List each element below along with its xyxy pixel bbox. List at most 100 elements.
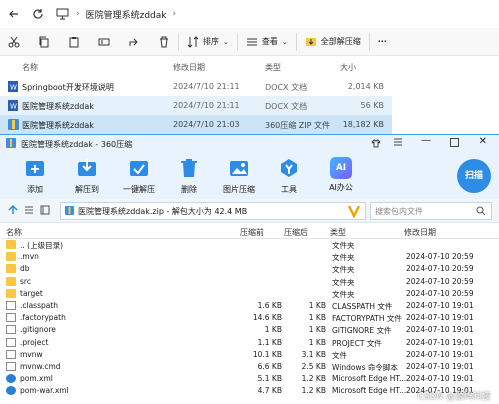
divider — [236, 32, 238, 51]
details-view-icon[interactable] — [40, 205, 50, 217]
zip-row-after: 1.2 KB — [301, 374, 326, 384]
breadcrumb[interactable]: 医院管理系统zddak — [86, 8, 167, 21]
zip-row-date: 2024-07-10 19:01 — [406, 337, 474, 347]
svg-text:W: W — [10, 103, 17, 111]
delete-zip-button[interactable]: 删除 — [164, 157, 214, 195]
computer-icon[interactable] — [54, 6, 70, 22]
zip-row-after: 1 KB — [308, 325, 326, 335]
zip-table-row[interactable]: db 文件夹 2024-07-10 20:59 — [0, 263, 499, 275]
zip-row-type: Windows 命令脚本 — [332, 363, 398, 372]
zip-file-icon — [65, 205, 74, 217]
delete-button[interactable] — [154, 31, 174, 53]
add-icon — [26, 161, 44, 176]
zip-row-after: 1 KB — [308, 313, 326, 323]
column-size[interactable]: 大小 — [340, 62, 356, 73]
file-type: 360压缩 ZIP 文件 — [265, 121, 331, 130]
sort-button[interactable]: 排序 ⌄ — [183, 31, 233, 53]
zip-row-name: db — [20, 264, 30, 274]
menu-icon[interactable] — [393, 137, 403, 149]
zip-row-name: .classpath — [20, 301, 59, 310]
zip-row-date: 2024-07-10 20:59 — [406, 252, 474, 262]
rename-button[interactable] — [94, 31, 114, 53]
zip-table-row[interactable]: .project 1.1 KB 1 KB PROJECT 文件 2024-07-10 1… — [0, 337, 499, 349]
share-button[interactable] — [124, 31, 144, 53]
zip-table-row[interactable]: .mvn 文件夹 2024-07-10 20:59 — [0, 251, 499, 263]
zip-column-modified[interactable]: 修改日期 — [404, 227, 436, 238]
refresh-icon[interactable] — [30, 6, 46, 22]
search-icon[interactable] — [476, 206, 486, 218]
zip-table-row[interactable]: mvnw.cmd 6.6 KB 2.5 KB Windows 命令脚本 2024-07-… — [0, 361, 499, 373]
zip-table-row[interactable]: .gitignore 1 KB 1 KB GITIGNORE 文件 2024-07-10… — [0, 324, 499, 336]
column-name[interactable]: 名称 — [22, 62, 38, 73]
zip-row-before: 5.1 KB — [257, 374, 282, 384]
zip-column-after[interactable]: 压缩后 — [284, 227, 308, 238]
zip-column-type[interactable]: 类型 — [330, 227, 346, 238]
zip-row-before: 1.1 KB — [257, 337, 282, 347]
zip-row-name: src — [20, 276, 31, 286]
rename-icon — [98, 38, 110, 45]
image-compress-label: 图片压缩 — [223, 185, 255, 194]
zip-table-row[interactable]: .. (上级目录) 文件夹 — [0, 239, 499, 251]
list-view-icon[interactable] — [24, 205, 34, 217]
file-modified: 2024/7/10 21:03 — [173, 120, 240, 129]
zip-path-field[interactable]: 医院管理系统zddak.zip - 解包大小为 42.4 MB — [60, 202, 366, 220]
zip-row-type: 文件 — [332, 350, 347, 360]
file-modified: 2024/7/10 21:11 — [173, 82, 240, 91]
document-icon — [6, 301, 16, 310]
zip-row-date: 2024-07-10 19:01 — [406, 362, 474, 371]
zip-search-field[interactable]: 搜索包内文件 — [370, 202, 492, 220]
file-size: 18,182 KB — [342, 120, 384, 129]
extract-to-button[interactable]: 解压到 — [62, 157, 112, 195]
image-compress-icon — [230, 161, 248, 176]
document-icon — [6, 362, 16, 371]
more-options-button[interactable]: ··· — [374, 31, 391, 53]
folder-icon — [6, 288, 16, 298]
column-modified[interactable]: 修改日期 — [173, 62, 205, 73]
zip-column-name[interactable]: 名称 — [6, 227, 22, 238]
paste-button[interactable] — [64, 31, 84, 53]
zip-table-row[interactable]: .classpath 1.6 KB 1 KB CLASSPATH 文件 2024-07-… — [0, 300, 499, 312]
cut-button[interactable] — [4, 31, 24, 53]
extract-all-label: 全部解压缩 — [320, 37, 361, 46]
zip-row-type: Microsoft Edge HT... — [332, 374, 407, 384]
file-modified: 2024/7/10 21:11 — [173, 101, 240, 110]
zip-row-before: 1 KB — [264, 325, 282, 335]
file-row[interactable]: W Springboot开发环境说明 2024/7/10 21:11 DOCX … — [0, 77, 392, 96]
view-button[interactable]: 查看 ⌄ — [242, 31, 292, 53]
shirt-icon[interactable] — [371, 139, 381, 150]
file-row[interactable]: W 医院管理系统zddak 2024/7/10 21:11 DOCX 文档 56… — [0, 96, 392, 115]
watermark: CSDN @源码科技 — [417, 392, 491, 402]
column-type[interactable]: 类型 — [265, 62, 281, 73]
one-click-extract-button[interactable]: 一键解压 — [114, 157, 164, 195]
add-button[interactable]: 添加 — [10, 157, 60, 195]
zip-table-row[interactable]: pom.xml 5.1 KB 1.2 KB Microsoft Edge HT... 2… — [0, 373, 499, 385]
sort-icon — [187, 35, 199, 48]
zip-row-type: 文件夹 — [332, 277, 355, 287]
close-icon[interactable]: ✕ — [479, 136, 487, 147]
zip-row-name: mvnw — [20, 349, 43, 359]
tools-button[interactable]: 工具 — [264, 157, 314, 195]
zip-table-row[interactable]: .factorypath 14.6 KB 1 KB FACTORYPATH 文件 202… — [0, 312, 499, 324]
ai-office-button[interactable]: AI AI办公 — [316, 157, 366, 193]
zip-row-date: 2024-07-10 19:01 — [406, 325, 474, 335]
file-row[interactable]: 医院管理系统zddak 2024/7/10 21:03 360压缩 ZIP 文件… — [0, 115, 392, 134]
v-dropdown-icon[interactable] — [347, 204, 361, 220]
zip-table-row[interactable]: target 文件夹 2024-07-10 20:59 — [0, 288, 499, 300]
command-bar: 排序 ⌄ 查看 ⌄ 全部解压缩 ··· — [0, 28, 499, 56]
zip-table-row[interactable]: mvnw 10.1 KB 3.1 KB 文件 2024-07-10 19:01 — [0, 349, 499, 361]
divider — [295, 32, 297, 51]
up-arrow-icon[interactable] — [8, 204, 18, 217]
back-arrow-icon[interactable] — [6, 6, 22, 22]
zip-column-before[interactable]: 压缩前 — [240, 227, 264, 238]
chevron-down-icon: ⌄ — [281, 37, 288, 46]
zip-row-after: 2.5 KB — [301, 362, 326, 371]
scan-button[interactable]: 扫描 — [457, 159, 491, 193]
zip-table-row[interactable]: src 文件夹 2024-07-10 20:59 — [0, 276, 499, 288]
maximize-icon[interactable] — [450, 138, 459, 149]
minimize-icon[interactable]: — — [421, 135, 431, 146]
copy-button[interactable] — [34, 31, 54, 53]
sort-label: 排序 — [203, 37, 219, 46]
extract-all-button[interactable]: 全部解压缩 — [301, 31, 365, 53]
image-compress-button[interactable]: 图片压缩 — [214, 157, 264, 195]
divider — [368, 32, 370, 51]
